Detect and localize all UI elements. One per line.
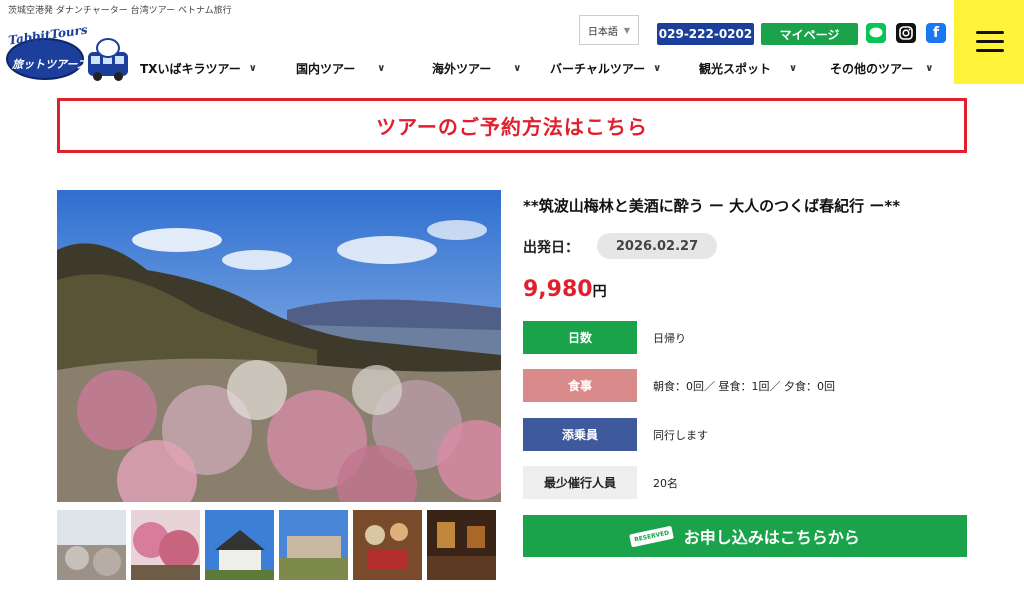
chevron-down-icon: ∨	[925, 62, 934, 74]
mypage-button[interactable]: マイページ	[761, 23, 858, 45]
instagram-icon[interactable]	[896, 23, 916, 43]
chevron-down-icon: ▼	[623, 25, 631, 35]
info-value: 朝食：0回／ 昼食：1回／ 夕食：0回	[653, 379, 835, 393]
thumbnail-1[interactable]	[57, 510, 126, 580]
tour-price: 9,980円	[523, 277, 607, 302]
thumbnail-3[interactable]	[205, 510, 274, 580]
thumbnail-6[interactable]	[427, 510, 496, 580]
chevron-down-icon: ∨	[789, 62, 798, 74]
thumbnail-5[interactable]	[353, 510, 422, 580]
line-icon[interactable]	[866, 23, 886, 43]
chevron-down-icon: ∨	[513, 62, 522, 74]
nav-overseas-tour[interactable]: 海外ツアー ∨	[432, 60, 521, 76]
site-logo[interactable]: TabbitTours 旅ットツアーズ	[6, 23, 88, 82]
logo-bottom-text: 旅ットツアーズ	[12, 58, 88, 71]
info-row-minimum-participants: 最少催行人員 20名	[523, 466, 678, 499]
main-tour-photo	[57, 190, 501, 502]
nav-sightseeing-spots[interactable]: 観光スポット ∨	[699, 60, 797, 76]
nav-other-tours[interactable]: その他のツアー ∨	[830, 60, 933, 76]
info-row-meals: 食事 朝食：0回／ 昼食：1回／ 夕食：0回	[523, 369, 835, 402]
price-unit: 円	[592, 284, 607, 300]
nav-label: TXいばキラツアー	[140, 61, 241, 76]
thumbnail-4[interactable]	[279, 510, 348, 580]
phone-button[interactable]: 029-222-0202	[657, 23, 754, 45]
nav-label: 海外ツアー	[432, 61, 492, 76]
language-select-value: 日本語	[587, 26, 618, 38]
info-label: 添乗員	[523, 418, 637, 451]
facebook-icon[interactable]: f	[926, 23, 946, 43]
info-label: 食事	[523, 369, 637, 402]
info-value: 日帰り	[653, 331, 686, 345]
chevron-down-icon: ∨	[248, 62, 257, 74]
info-row-duration: 日数 日帰り	[523, 321, 686, 354]
tour-title: **筑波山梅林と美酒に酔う ー 大人のつくば春紀行 ー**	[523, 197, 901, 215]
photo-thumbnails	[57, 510, 496, 580]
language-select[interactable]: 日本語 ▼	[579, 15, 639, 45]
info-value: 20名	[653, 476, 678, 490]
thumbnail-2[interactable]	[131, 510, 200, 580]
nav-label: 国内ツアー	[296, 61, 356, 76]
info-value: 同行します	[653, 428, 708, 442]
nav-label: 観光スポット	[699, 61, 772, 76]
price-value: 9,980	[523, 277, 593, 302]
site-tagline: 茨城空港発 ダナンチャーター 台湾ツアー ベトナム旅行	[8, 6, 232, 16]
nav-label: バーチャルツアー	[550, 61, 646, 76]
info-row-tour-conductor: 添乗員 同行します	[523, 418, 708, 451]
reservation-method-banner[interactable]: ツアーのご予約方法はこちら	[57, 98, 967, 153]
departure-label: 出発日：	[523, 240, 579, 256]
chevron-down-icon: ∨	[653, 62, 662, 74]
reserved-tag-icon: RESERVED	[629, 525, 675, 547]
departure-date: 2026.02.27	[597, 233, 717, 259]
nav-label: その他のツアー	[830, 61, 914, 76]
chevron-down-icon: ∨	[377, 62, 386, 74]
hamburger-menu-button[interactable]	[954, 0, 1024, 84]
mascot-bus-icon	[88, 38, 128, 81]
apply-button-label: お申し込みはこちらから	[683, 528, 860, 547]
info-label: 最少催行人員	[523, 466, 637, 499]
info-label: 日数	[523, 321, 637, 354]
nav-virtual-tour[interactable]: バーチャルツアー ∨	[550, 60, 661, 76]
nav-tx-ibakira-tour[interactable]: TXいばキラツアー ∨	[140, 60, 257, 76]
apply-button[interactable]: RESERVED お申し込みはこちらから	[523, 515, 967, 557]
nav-domestic-tour[interactable]: 国内ツアー ∨	[296, 60, 385, 76]
